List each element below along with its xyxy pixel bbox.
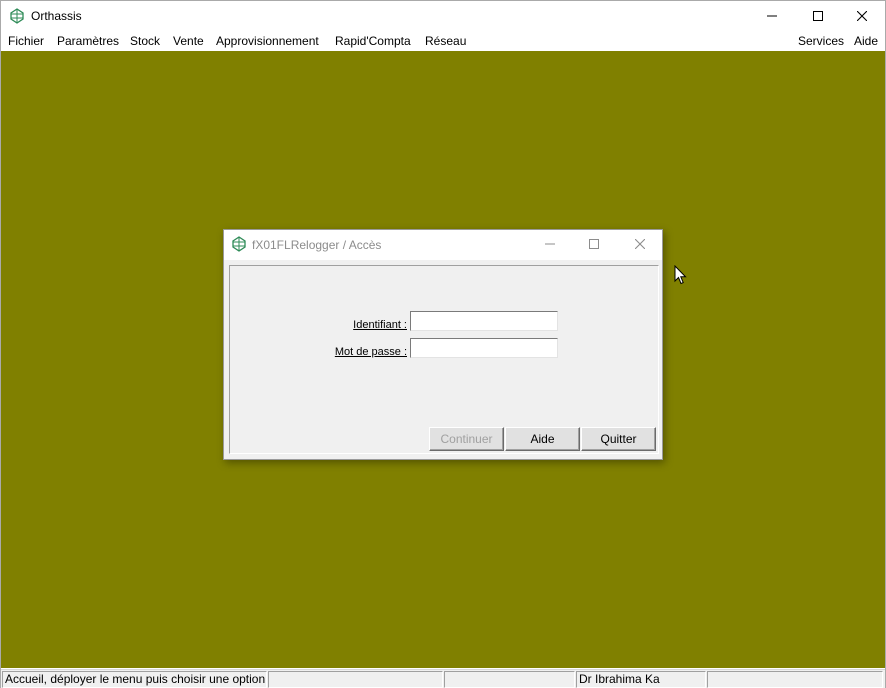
close-icon <box>857 11 867 21</box>
minimize-icon <box>767 11 777 21</box>
window-title: Orthassis <box>31 9 82 23</box>
dialog-minimize-button[interactable] <box>527 230 573 260</box>
maximize-button[interactable] <box>795 1 841 31</box>
menu-reseau[interactable]: Réseau <box>425 34 466 48</box>
menu-services[interactable]: Services <box>798 34 844 48</box>
menu-fichier[interactable]: Fichier <box>8 34 44 48</box>
status-bar: Accueil, déployer le menu puis choisir u… <box>1 669 885 688</box>
dialog-maximize-button[interactable] <box>571 230 617 260</box>
close-icon <box>634 238 646 252</box>
minimize-icon <box>545 238 555 252</box>
menu-aide[interactable]: Aide <box>854 34 878 48</box>
identifiant-input[interactable] <box>410 311 558 331</box>
status-cell-empty-3 <box>707 671 883 688</box>
dialog-title: fX01FLRelogger / Accès <box>252 238 382 252</box>
menu-vente[interactable]: Vente <box>173 34 204 48</box>
menu-bar: Fichier Paramètres Stock Vente Approvisi… <box>1 31 885 51</box>
aide-button[interactable]: Aide <box>505 427 580 451</box>
status-user: Dr Ibrahima Ka <box>576 671 706 688</box>
mouse-cursor-icon <box>674 264 687 288</box>
continuer-button[interactable]: Continuer <box>429 427 504 451</box>
identifiant-label: Identifiant : <box>353 319 407 331</box>
maximize-icon <box>813 11 823 21</box>
dialog-title-bar[interactable]: fX01FLRelogger / Accès <box>224 230 662 260</box>
orthassis-logo-icon <box>9 8 25 24</box>
menu-stock[interactable]: Stock <box>130 34 160 48</box>
status-cell-empty-2 <box>444 671 575 688</box>
menu-rapid-compta[interactable]: Rapid'Compta <box>335 34 411 48</box>
minimize-button[interactable] <box>749 1 795 31</box>
password-input[interactable] <box>410 338 558 358</box>
dialog-close-button[interactable] <box>617 230 663 260</box>
title-bar[interactable]: Orthassis <box>1 1 885 31</box>
menu-approvisionnement[interactable]: Approvisionnement <box>216 34 319 48</box>
maximize-icon <box>589 238 599 252</box>
status-message: Accueil, déployer le menu puis choisir u… <box>2 671 267 688</box>
menu-parametres[interactable]: Paramètres <box>57 34 119 48</box>
close-button[interactable] <box>839 1 885 31</box>
status-cell-empty-1 <box>268 671 443 688</box>
dialog-panel: Identifiant : Mot de passe : Continuer A… <box>229 265 659 454</box>
orthassis-logo-icon <box>231 236 247 252</box>
login-dialog: fX01FLRelogger / Accès Identifiant : Mot… <box>223 229 663 460</box>
quitter-button[interactable]: Quitter <box>581 427 656 451</box>
password-label: Mot de passe : <box>334 346 407 358</box>
